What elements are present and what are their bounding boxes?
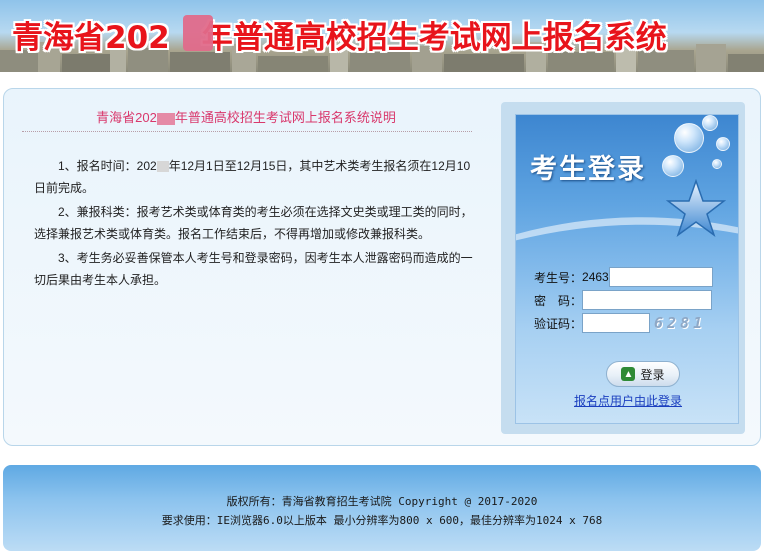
copyright-text: 版权所有：青海省教育招生考试院 Copyright @ 2017-2020 xyxy=(226,495,538,508)
bubble-icon xyxy=(674,123,704,153)
login-button-label: 登录 xyxy=(640,367,665,382)
notice-title: 青海省202 年普通高校招生考试网上报名系统说明 xyxy=(96,110,396,125)
password-row: 密 码： xyxy=(534,290,713,310)
password-label: 密 码： xyxy=(534,293,583,308)
redaction-mask xyxy=(156,161,169,173)
main-panel: 青海省202 年普通高校招生考试网上报名系统说明 1、报名时间：202 年12月1日… xyxy=(3,88,761,446)
login-title: 考生登录 xyxy=(530,154,646,185)
arrow-up-icon: ▲ xyxy=(621,367,636,381)
registration-point-login-link[interactable]: 报名点用户由此登录 xyxy=(574,392,714,409)
login-button[interactable]: ▲ 登录 xyxy=(606,361,680,387)
header-banner: 青海省202 年普通高校招生考试网上报名系统 xyxy=(0,0,764,72)
divider xyxy=(22,131,472,132)
exam-number-row: 考生号： 2463 xyxy=(534,267,713,287)
captcha-input[interactable] xyxy=(582,313,651,333)
bubble-icon xyxy=(712,159,722,169)
bubble-icon xyxy=(716,137,730,151)
exam-number-prefix: 2463 xyxy=(582,270,609,284)
login-box: 考生登录 考生号： 2463 密 码： 验证码： 6281 ▲ 登录 报名点用户… xyxy=(515,114,739,424)
redaction-mask xyxy=(183,15,213,51)
notice-item: 2、兼报科类：报考艺术类或体育类的考生必须在选择文史类或理工类的同时，选择兼报艺… xyxy=(34,205,473,241)
captcha-image[interactable]: 6281 xyxy=(654,314,706,332)
redaction-mask xyxy=(156,112,175,125)
exam-number-input[interactable] xyxy=(608,267,713,287)
requirements-text: 要求使用：IE浏览器6.0以上版本 最小分辨率为800 x 600，最佳分辨率为… xyxy=(161,514,603,527)
password-input[interactable] xyxy=(582,290,713,310)
captcha-label: 验证码： xyxy=(534,316,583,331)
site-title: 青海省202 年普通高校招生考试网上报名系统 xyxy=(12,20,667,56)
notice-item: 1、报名时间：202 年12月1日至12月15日，其中艺术类考生报名须在12月10… xyxy=(34,159,471,195)
notice-item: 3、考生务必妥善保管本人考生号和登录密码，因考生本人泄露密码而造成的一切后果由考… xyxy=(34,251,473,287)
captcha-row: 验证码： 6281 xyxy=(534,313,706,333)
bubble-icon xyxy=(662,155,684,177)
notice-body: 1、报名时间：202 年12月1日至12月15日，其中艺术类考生报名须在12月10… xyxy=(34,155,474,293)
exam-number-label: 考生号： xyxy=(534,270,583,285)
login-panel: 考生登录 考生号： 2463 密 码： 验证码： 6281 ▲ 登录 报名点用户… xyxy=(501,102,745,434)
footer: 版权所有：青海省教育招生考试院 Copyright @ 2017-2020 要求… xyxy=(3,465,761,551)
star-icon xyxy=(666,179,726,237)
bubble-icon xyxy=(702,115,718,131)
